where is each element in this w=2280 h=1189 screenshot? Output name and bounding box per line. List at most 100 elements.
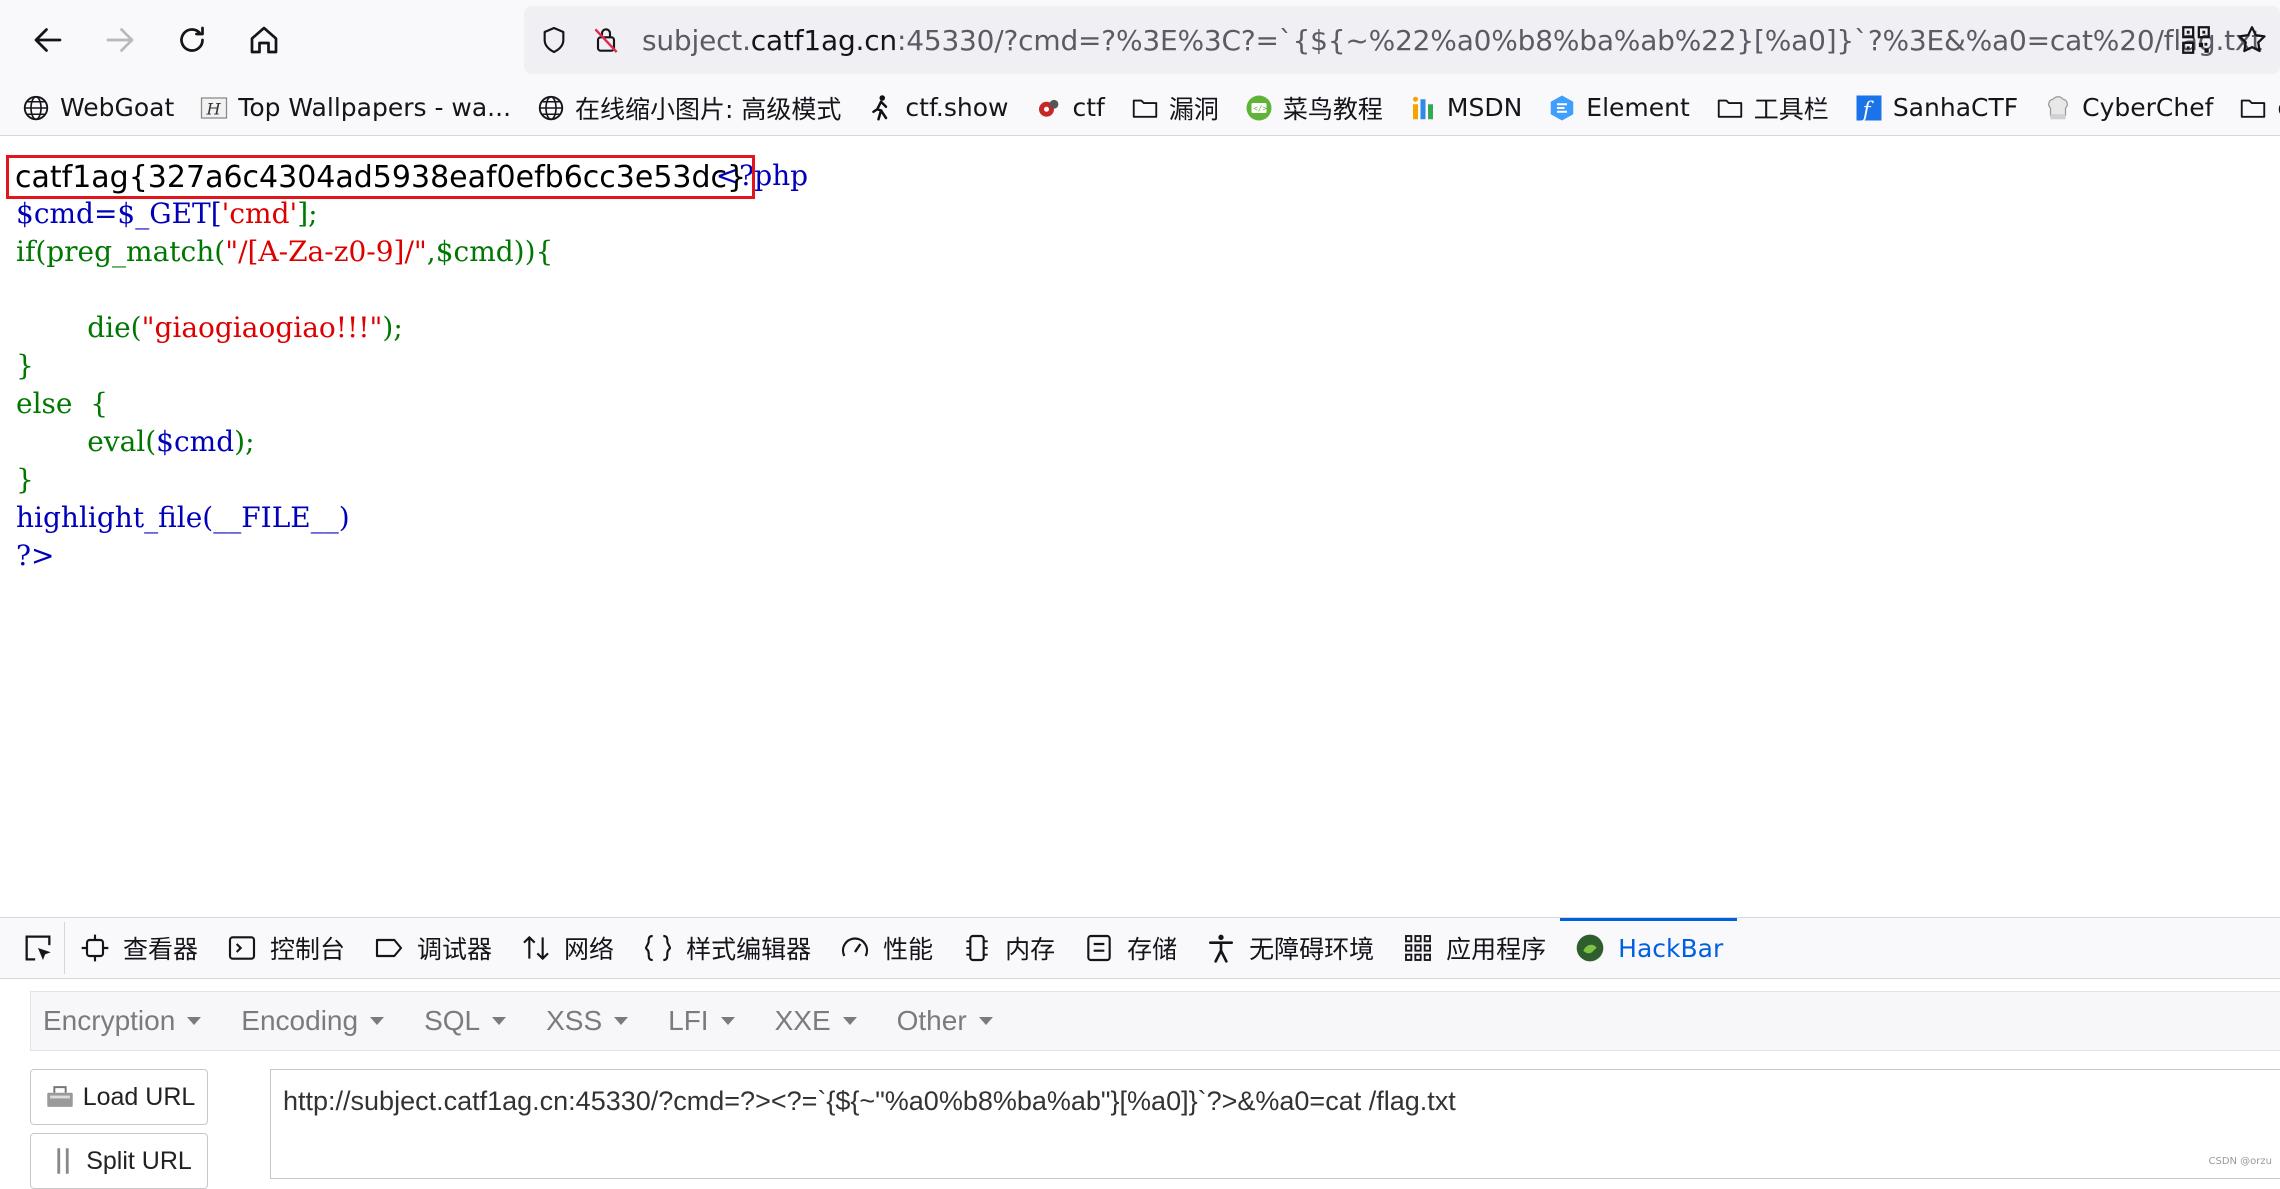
insecure-lock-icon xyxy=(594,28,618,53)
menu-label: LFI xyxy=(668,1005,709,1036)
qr-code-button[interactable] xyxy=(2168,12,2224,68)
bookmark-element[interactable]: Element xyxy=(1546,92,1690,124)
application-icon xyxy=(1405,935,1432,961)
bookmark-label: ctf.show xyxy=(905,93,1009,122)
qr-code-icon xyxy=(2182,26,2210,54)
hackbar-url-input[interactable]: http://subject.catf1ag.cn:45330/?cmd=?><… xyxy=(270,1069,2280,1179)
bookmark-image-resize[interactable]: 在线缩小图片: 高级模式 xyxy=(535,90,841,126)
caret-down-icon xyxy=(492,1017,507,1025)
element-picker-button[interactable] xyxy=(12,922,65,974)
bookmark-ctfshow[interactable]: ctf.show xyxy=(865,92,1009,124)
bookmark-star-button[interactable] xyxy=(2224,12,2280,68)
menu-encoding[interactable]: Encoding xyxy=(229,1005,396,1037)
cyberchef-icon xyxy=(2042,92,2074,124)
forward-arrow-icon xyxy=(106,28,134,52)
code-token: die( xyxy=(16,311,142,344)
ctf-site-icon xyxy=(1033,92,1065,124)
menu-xss[interactable]: XSS xyxy=(534,1005,640,1037)
menu-label: XSS xyxy=(546,1005,603,1036)
home-button[interactable] xyxy=(234,10,294,70)
menu-other[interactable]: Other xyxy=(885,1005,1005,1037)
caret-down-icon xyxy=(720,1017,735,1025)
folder-icon xyxy=(2237,92,2269,124)
caret-down-icon xyxy=(842,1017,857,1025)
wallpaper-site-icon: H xyxy=(198,92,230,124)
load-url-button[interactable]: Load URL xyxy=(30,1069,208,1125)
bookmark-folder-toolbar[interactable]: 工具栏 xyxy=(1714,90,1829,126)
tab-hackbar[interactable]: HackBar xyxy=(1560,918,1738,978)
tab-debugger[interactable]: 调试器 xyxy=(359,918,506,978)
menu-sql[interactable]: SQL xyxy=(412,1005,518,1037)
tab-label: 查看器 xyxy=(123,935,199,964)
tab-console[interactable]: 控制台 xyxy=(212,918,359,978)
bookmark-sanhactf[interactable]: f SanhaCTF xyxy=(1853,92,2018,124)
bookmark-ctf[interactable]: ctf xyxy=(1033,92,1105,124)
tab-style-editor[interactable]: 样式编辑器 xyxy=(628,918,825,978)
code-token: $cmd xyxy=(156,425,235,458)
back-button[interactable] xyxy=(18,10,78,70)
tab-storage[interactable]: 存储 xyxy=(1069,918,1191,978)
code-token: ,$cmd)){ xyxy=(426,235,554,268)
split-url-button[interactable]: Split URL xyxy=(30,1133,208,1189)
runoob-icon: </> xyxy=(1243,92,1275,124)
bookmark-folder-ctf[interactable]: ctf xyxy=(2237,92,2280,124)
svg-text:</>: </> xyxy=(1253,104,1267,113)
bookmark-runoob[interactable]: </> 菜鸟教程 xyxy=(1243,90,1383,126)
devtools-panel: 查看器 控制台 调试器 网络 样式编辑器 性能 内存 存储 无障碍环境 应用程序… xyxy=(0,917,2280,1189)
tab-memory[interactable]: 内存 xyxy=(947,918,1069,978)
bookmark-label: 菜鸟教程 xyxy=(1282,94,1383,124)
sanhactf-icon: f xyxy=(1853,92,1885,124)
bookmark-top-wallpapers[interactable]: H Top Wallpapers - wa... xyxy=(198,92,511,124)
bookmark-folder-vuln[interactable]: 漏洞 xyxy=(1129,90,1219,126)
back-arrow-icon xyxy=(34,28,62,52)
tab-label: 内存 xyxy=(1005,935,1056,964)
debugger-icon xyxy=(375,938,403,958)
tracking-protection-button[interactable] xyxy=(532,18,576,62)
shield-icon xyxy=(543,26,565,54)
caret-down-icon xyxy=(187,1017,202,1025)
menu-lfi[interactable]: LFI xyxy=(656,1005,746,1037)
home-icon xyxy=(250,26,278,54)
menu-xxe[interactable]: XXE xyxy=(763,1005,869,1037)
tab-application[interactable]: 应用程序 xyxy=(1388,918,1560,978)
element-icon xyxy=(1546,92,1578,124)
code-token: ]; xyxy=(297,197,318,230)
code-string: 'cmd' xyxy=(221,197,298,230)
bookmark-label: SanhaCTF xyxy=(1892,93,2019,122)
reload-button[interactable] xyxy=(162,10,222,70)
menu-label: Encryption xyxy=(43,1005,176,1036)
bookmark-cyberchef[interactable]: CyberChef xyxy=(2042,92,2213,124)
memory-icon xyxy=(966,934,988,962)
globe-icon xyxy=(535,92,567,124)
tab-performance[interactable]: 性能 xyxy=(825,918,947,978)
tab-inspector[interactable]: 查看器 xyxy=(65,918,212,978)
bookmarks-toolbar: WebGoat H Top Wallpapers - wa... 在线缩小图片:… xyxy=(0,80,2280,136)
tab-label: 应用程序 xyxy=(1446,935,1547,964)
tab-accessibility[interactable]: 无障碍环境 xyxy=(1191,918,1388,978)
tab-network[interactable]: 网络 xyxy=(506,918,628,978)
star-icon xyxy=(2238,26,2266,53)
tab-label: 无障碍环境 xyxy=(1249,935,1375,964)
code-token: highlight_file( xyxy=(16,501,214,534)
insecure-connection-button[interactable] xyxy=(584,18,628,62)
split-url-label: Split URL xyxy=(86,1146,192,1175)
code-string: "/[A-Za-z0-9]/" xyxy=(225,235,427,268)
bookmark-webgoat[interactable]: WebGoat xyxy=(20,92,174,124)
tab-label: 控制台 xyxy=(270,935,346,964)
caret-down-icon xyxy=(370,1017,385,1025)
code-token: ); xyxy=(234,425,255,458)
code-token: __FILE__ xyxy=(213,501,339,534)
url-text[interactable]: subject.catf1ag.cn:45330/?cmd=?%3E%3C?=`… xyxy=(642,24,2262,57)
element-picker-icon xyxy=(25,935,51,961)
tab-label: 调试器 xyxy=(417,935,493,964)
bookmark-msdn[interactable]: MSDN xyxy=(1407,92,1522,124)
devtools-tab-bar: 查看器 控制台 调试器 网络 样式编辑器 性能 内存 存储 无障碍环境 应用程序… xyxy=(0,918,2280,979)
forward-button[interactable] xyxy=(90,10,150,70)
storage-icon xyxy=(1087,934,1111,962)
address-bar[interactable]: subject.catf1ag.cn:45330/?cmd=?%3E%3C?=`… xyxy=(524,6,2280,74)
caret-down-icon xyxy=(978,1017,993,1025)
watermark: CSDN @orzu xyxy=(2208,1156,2272,1167)
menu-encryption[interactable]: Encryption xyxy=(31,1005,213,1037)
hackbar-menu: Encryption Encoding SQL XSS LFI XXE Othe… xyxy=(30,991,2280,1051)
bookmark-label: ctf xyxy=(1072,93,1105,122)
